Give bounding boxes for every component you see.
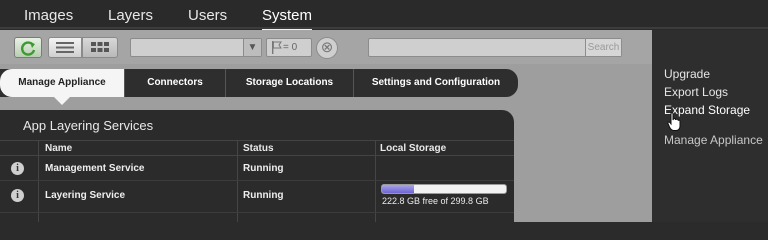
list-view-icon bbox=[56, 42, 74, 53]
tab-images[interactable]: Images bbox=[24, 7, 73, 29]
services-panel: App Layering Services Name Status Local … bbox=[0, 110, 514, 222]
menu-item-manage-appliance[interactable]: Manage Appliance bbox=[664, 133, 763, 147]
flag-filter[interactable]: = 0 bbox=[266, 38, 312, 57]
filter-select[interactable]: ▼ bbox=[130, 38, 262, 57]
search-button[interactable]: Search bbox=[585, 39, 621, 56]
service-status: Running bbox=[243, 190, 284, 201]
top-nav: Images Layers Users System bbox=[0, 0, 768, 30]
toolbar: ▼ = 0 ⊗ Search bbox=[0, 30, 652, 64]
panel-title: App Layering Services bbox=[23, 118, 154, 133]
service-name: Management Service bbox=[45, 163, 145, 174]
info-icon[interactable]: i bbox=[11, 162, 24, 175]
storage-progress-fill bbox=[382, 185, 414, 193]
refresh-button[interactable] bbox=[14, 37, 42, 58]
grid-view-button[interactable] bbox=[82, 37, 118, 58]
chevron-down-icon: ▼ bbox=[243, 39, 261, 56]
subtab-storage-locations[interactable]: Storage Locations bbox=[226, 69, 354, 97]
service-status: Running bbox=[243, 163, 284, 174]
main-content: ▼ = 0 ⊗ Search Manage Appliance Connecto… bbox=[0, 30, 652, 222]
subtab-bar: Manage Appliance Connectors Storage Loca… bbox=[0, 69, 518, 105]
tab-layers[interactable]: Layers bbox=[108, 7, 153, 29]
tab-users[interactable]: Users bbox=[188, 7, 227, 29]
list-view-button[interactable] bbox=[48, 37, 82, 58]
hand-cursor-icon bbox=[667, 112, 681, 131]
close-icon: ⊗ bbox=[320, 39, 334, 56]
storage-progress-bar bbox=[381, 184, 507, 194]
clear-filter-button[interactable]: ⊗ bbox=[316, 37, 338, 59]
grid-view-icon bbox=[91, 42, 109, 52]
refresh-icon bbox=[21, 41, 36, 56]
menu-item-upgrade[interactable]: Upgrade bbox=[664, 67, 710, 81]
subtab-connectors[interactable]: Connectors bbox=[125, 69, 226, 97]
flag-icon bbox=[272, 41, 282, 54]
subtab-manage-appliance[interactable]: Manage Appliance bbox=[0, 69, 125, 105]
column-header-local-storage: Local Storage bbox=[380, 143, 447, 154]
flag-count: = 0 bbox=[283, 42, 298, 53]
nav-divider bbox=[0, 27, 768, 29]
column-header-status: Status bbox=[243, 143, 274, 154]
storage-text: 222.8 GB free of 299.8 GB bbox=[382, 196, 489, 206]
table-row[interactable]: i Layering Service Running 222.8 GB free… bbox=[0, 181, 514, 213]
column-header-name: Name bbox=[45, 143, 73, 154]
table-header: Name Status Local Storage bbox=[0, 140, 514, 156]
menu-item-export-logs[interactable]: Export Logs bbox=[664, 85, 728, 99]
info-icon[interactable]: i bbox=[11, 189, 24, 202]
table-row[interactable]: i Management Service Running bbox=[0, 157, 514, 181]
service-name: Layering Service bbox=[45, 190, 126, 201]
search-field[interactable]: Search bbox=[368, 38, 622, 57]
subtab-settings-configuration[interactable]: Settings and Configuration bbox=[354, 69, 518, 97]
